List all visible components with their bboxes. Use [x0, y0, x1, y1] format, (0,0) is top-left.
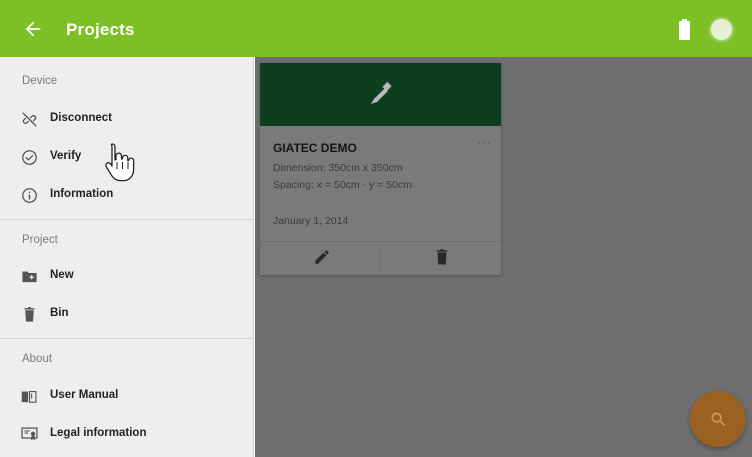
info-icon: [22, 188, 37, 203]
drawer-item-label: Verify: [50, 150, 82, 162]
link-off-icon: [22, 112, 37, 127]
page-title: Projects: [66, 20, 135, 39]
project-dimension: Dimension: 350cm x 350cm: [273, 162, 403, 174]
card-banner: [260, 63, 501, 126]
content-area: GIATEC DEMO ··· Dimension: 350cm x 350cm…: [255, 57, 752, 457]
new-folder-icon: [22, 271, 37, 283]
project-spacing: Spacing: x = 50cm - y = 50cm: [273, 179, 412, 191]
project-name: GIATEC DEMO: [273, 141, 357, 155]
section-header-device: Device: [22, 75, 58, 87]
book-icon: [21, 390, 37, 403]
connection-status-icon: [711, 19, 732, 40]
section-header-project: Project: [22, 234, 58, 246]
drawer-divider: [0, 219, 254, 220]
trash-icon: [24, 307, 35, 322]
drawer-divider: [0, 338, 254, 339]
check-circle-icon: [22, 150, 37, 165]
drawer-item-label: Disconnect: [50, 112, 112, 124]
trash-icon[interactable]: [433, 248, 451, 266]
pencil-icon[interactable]: [313, 248, 331, 266]
search-fab-button[interactable]: [690, 391, 746, 447]
drawer-item-disconnect[interactable]: Disconnect: [0, 101, 254, 137]
section-header-about: About: [22, 353, 53, 365]
drawer-item-user-manual[interactable]: User Manual: [0, 378, 254, 414]
drawer-item-new[interactable]: New: [0, 258, 254, 294]
project-date: January 1, 2014: [273, 215, 349, 227]
certificate-icon: [21, 427, 38, 441]
drawer-item-verify[interactable]: Verify: [0, 139, 254, 175]
more-options-icon[interactable]: ···: [477, 135, 492, 149]
drawer-item-label: New: [50, 269, 74, 281]
navigation-drawer: Device Disconnect Verify Information Pro…: [0, 57, 254, 457]
project-card[interactable]: GIATEC DEMO ··· Dimension: 350cm x 350cm…: [260, 63, 501, 275]
drawer-item-label: Bin: [50, 307, 69, 319]
card-actions-separator: [380, 250, 381, 268]
search-icon: [711, 412, 725, 426]
drawer-item-label: Legal information: [50, 427, 147, 439]
battery-icon: [679, 19, 690, 40]
drawer-item-label: Information: [50, 188, 114, 200]
drawer-item-information[interactable]: Information: [0, 177, 254, 213]
drawer-item-bin[interactable]: Bin: [0, 296, 254, 332]
drawer-item-legal-information[interactable]: Legal information: [0, 416, 254, 452]
app-bar: Projects: [0, 0, 752, 57]
card-actions-divider: [260, 241, 501, 242]
arrow-back-icon[interactable]: [22, 18, 44, 40]
drawer-item-label: User Manual: [50, 389, 119, 401]
probe-icon: [371, 81, 392, 104]
